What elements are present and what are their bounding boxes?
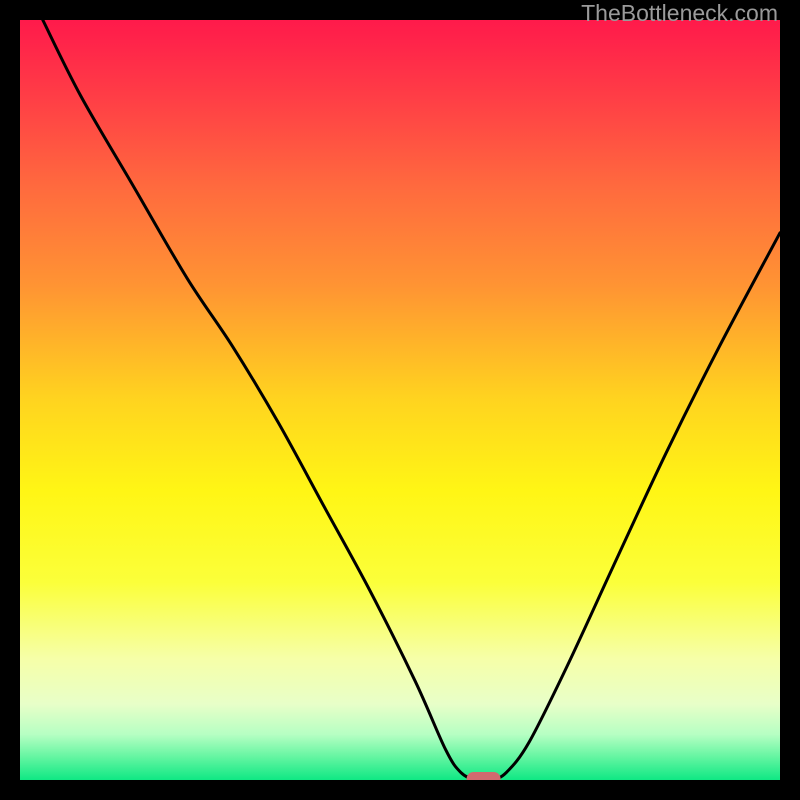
optimal-marker	[467, 772, 501, 780]
chart-svg	[20, 20, 780, 780]
chart-plot-area	[20, 20, 780, 780]
chart-background	[20, 20, 780, 780]
watermark-text: TheBottleneck.com	[581, 0, 778, 27]
chart-frame: TheBottleneck.com	[0, 0, 800, 800]
